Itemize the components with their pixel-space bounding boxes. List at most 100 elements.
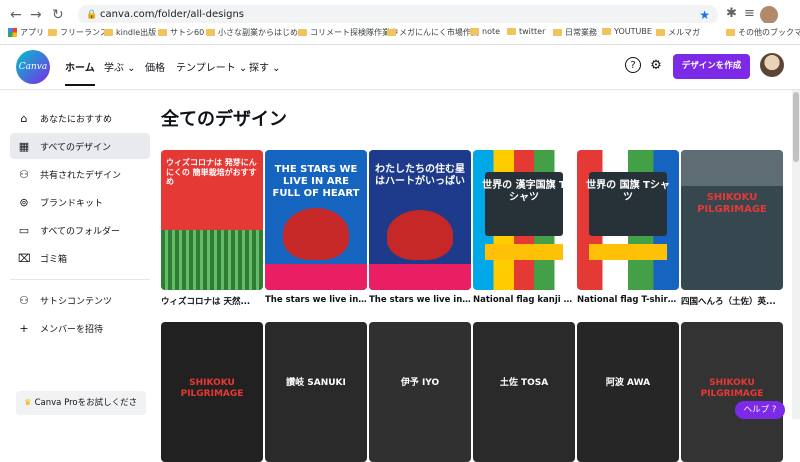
design-card[interactable]: 世界の 漢字国旗 Tシャツ National flag kanji T... <box>473 150 575 305</box>
catalog-banner <box>589 244 667 260</box>
sidebar-item-recommended[interactable]: ⌂ あなたにおすすめ <box>10 105 150 131</box>
people-icon: ⚇ <box>19 167 29 181</box>
design-thumbnail[interactable]: 伊予 IYO <box>369 322 471 462</box>
extensions-icon[interactable]: ✱ <box>726 6 737 21</box>
design-card[interactable]: 伊予 IYO <box>369 322 471 462</box>
design-card[interactable]: ウィズコロナは 発芽にんにくの 簡単栽培がおすすめ ウィズコロナは 天然... <box>161 150 263 307</box>
nav-explore[interactable]: 探す ⌄ <box>249 59 281 74</box>
help-icon[interactable]: ? <box>625 57 641 73</box>
lock-icon: 🔒 <box>86 10 98 20</box>
back-icon[interactable]: ← <box>10 7 22 23</box>
design-thumbnail[interactable]: SHIKOKU PILGRIMAGE <box>681 150 783 290</box>
sidebar-item-folders[interactable]: ▭ すべてのフォルダー <box>10 217 150 243</box>
sidebar-item-all-designs[interactable]: ▦ すべてのデザイン <box>10 133 150 159</box>
heart-image <box>387 210 453 260</box>
design-thumbnail[interactable]: 土佐 TOSA <box>473 322 575 462</box>
menu-icon[interactable]: ≡ <box>744 6 755 21</box>
design-caption: The stars we live in a... <box>369 295 471 305</box>
plus-icon: + <box>19 321 29 335</box>
temple-image <box>681 150 783 186</box>
bookmark-item[interactable]: 日常業務 <box>553 27 597 38</box>
nav-pricing[interactable]: 価格 <box>145 59 165 74</box>
design-caption: National flag kanji T... <box>473 295 575 305</box>
scrollbar-thumb[interactable] <box>793 92 799 162</box>
gear-icon[interactable]: ⚙ <box>647 57 665 75</box>
bookmark-star-icon[interactable]: ★ <box>699 5 710 25</box>
garlic-image <box>161 230 263 290</box>
forward-icon[interactable]: → <box>30 7 42 23</box>
bookmark-item[interactable]: コリメート探検隊作業中 <box>298 27 398 38</box>
design-card[interactable]: 世界の 国旗 Tシャツ National flag T-shirt ... <box>577 150 679 305</box>
sidebar-item-invite[interactable]: + メンバーを招待 <box>10 315 150 341</box>
design-card[interactable]: SHIKOKU PILGRIMAGE <box>681 322 783 462</box>
design-card[interactable]: 讃岐 SANUKI <box>265 322 367 462</box>
design-card[interactable]: SHIKOKU PILGRIMAGE 四国へんろ（土佐）英... <box>681 150 783 307</box>
trash-icon: ⌧ <box>18 251 31 265</box>
design-thumbnail[interactable]: 世界の 漢字国旗 Tシャツ <box>473 150 575 290</box>
bookmark-item[interactable]: メガにんにく市場作業 <box>387 27 479 38</box>
design-thumbnail[interactable]: 世界の 国旗 Tシャツ <box>577 150 679 290</box>
pink-banner <box>369 264 471 290</box>
sidebar-divider <box>10 279 150 280</box>
design-thumbnail[interactable]: 讃岐 SANUKI <box>265 322 367 462</box>
bookmark-item[interactable]: 小さな副業からはじめ... <box>206 27 306 38</box>
reload-icon[interactable]: ↻ <box>52 7 64 23</box>
folder-icon <box>104 29 113 36</box>
folder-icon <box>602 28 611 35</box>
create-design-button[interactable]: デザインを作成 <box>673 54 750 79</box>
pink-banner <box>265 264 367 290</box>
bookmark-item[interactable]: サトシ60 <box>158 27 204 38</box>
sidebar-item-trash[interactable]: ⌧ ゴミ箱 <box>10 245 150 271</box>
help-button[interactable]: ヘルプ ? <box>735 401 785 419</box>
grid-icon: ▦ <box>18 139 30 153</box>
sidebar-item-brand-kit[interactable]: ⊚ ブランドキット <box>10 189 150 215</box>
folder-icon <box>387 29 396 36</box>
address-bar[interactable]: 🔒 canva.com/folder/all-designs ★ <box>78 5 718 25</box>
team-icon: ⚇ <box>19 293 29 307</box>
bookmark-item[interactable]: kindle出版 <box>104 27 156 38</box>
bookmarks-bar: アプリ フリーランス kindle出版 サトシ60 小さな副業からはじめ... … <box>0 23 800 45</box>
crown-icon: ♛ <box>24 398 32 408</box>
design-card[interactable]: SHIKOKU PILGRIMAGE <box>161 322 263 462</box>
nav-home[interactable]: ホーム <box>65 59 95 86</box>
bookmark-item[interactable]: メルマガ <box>656 27 700 38</box>
sidebar-item-shared[interactable]: ⚇ 共有されたデザイン <box>10 161 150 187</box>
design-thumbnail[interactable]: わたしたちの住む星はハートがいっぱい <box>369 150 471 290</box>
design-caption: The stars we live in a... <box>265 295 367 305</box>
url-text: canva.com/folder/all-designs <box>100 9 244 20</box>
design-thumbnail[interactable]: 阿波 AWA <box>577 322 679 462</box>
folder-icon <box>507 28 516 35</box>
try-canva-pro-button[interactable]: ♛ Canva Proをお試しくださ <box>16 391 146 415</box>
folder-icon <box>158 29 167 36</box>
apps-icon <box>8 28 17 37</box>
design-thumbnail[interactable]: THE STARS WE LIVE IN ARE FULL OF HEART <box>265 150 367 290</box>
nav-learn[interactable]: 学ぶ ⌄ <box>104 59 136 74</box>
design-caption: National flag T-shirt ... <box>577 295 679 305</box>
design-card[interactable]: THE STARS WE LIVE IN ARE FULL OF HEART T… <box>265 150 367 305</box>
folder-icon: ▭ <box>18 223 30 237</box>
design-caption: 四国へんろ（土佐）英... <box>681 297 776 307</box>
folder-icon <box>470 28 479 35</box>
profile-avatar[interactable] <box>760 6 778 24</box>
design-thumbnail[interactable]: ウィズコロナは 発芽にんにくの 簡単栽培がおすすめ <box>161 150 263 290</box>
nav-templates[interactable]: テンプレート ⌄ <box>176 59 247 74</box>
bookmark-item[interactable]: note <box>470 27 500 36</box>
bookmark-item[interactable]: YOUTUBE <box>602 27 652 36</box>
canva-logo[interactable]: Canva <box>16 50 50 84</box>
scrollbar[interactable] <box>792 90 800 419</box>
folder-icon <box>656 29 665 36</box>
folder-icon <box>726 29 735 36</box>
design-thumbnail[interactable]: SHIKOKU PILGRIMAGE <box>681 322 783 462</box>
avatar[interactable] <box>760 53 784 77</box>
sidebar-item-team[interactable]: ⚇ サトシコンテンツ <box>10 287 150 313</box>
design-thumbnail[interactable]: SHIKOKU PILGRIMAGE <box>161 322 263 462</box>
bookmark-item[interactable]: twitter <box>507 27 545 36</box>
bookmark-apps[interactable]: アプリ <box>8 27 44 38</box>
design-card[interactable]: わたしたちの住む星はハートがいっぱい The stars we live in … <box>369 150 471 305</box>
heart-image <box>283 208 349 260</box>
catalog-banner <box>485 244 563 260</box>
design-card[interactable]: 阿波 AWA <box>577 322 679 462</box>
design-card[interactable]: 土佐 TOSA <box>473 322 575 462</box>
bookmark-item[interactable]: フリーランス <box>48 27 108 38</box>
bookmark-other[interactable]: その他のブックマーク <box>726 27 800 38</box>
